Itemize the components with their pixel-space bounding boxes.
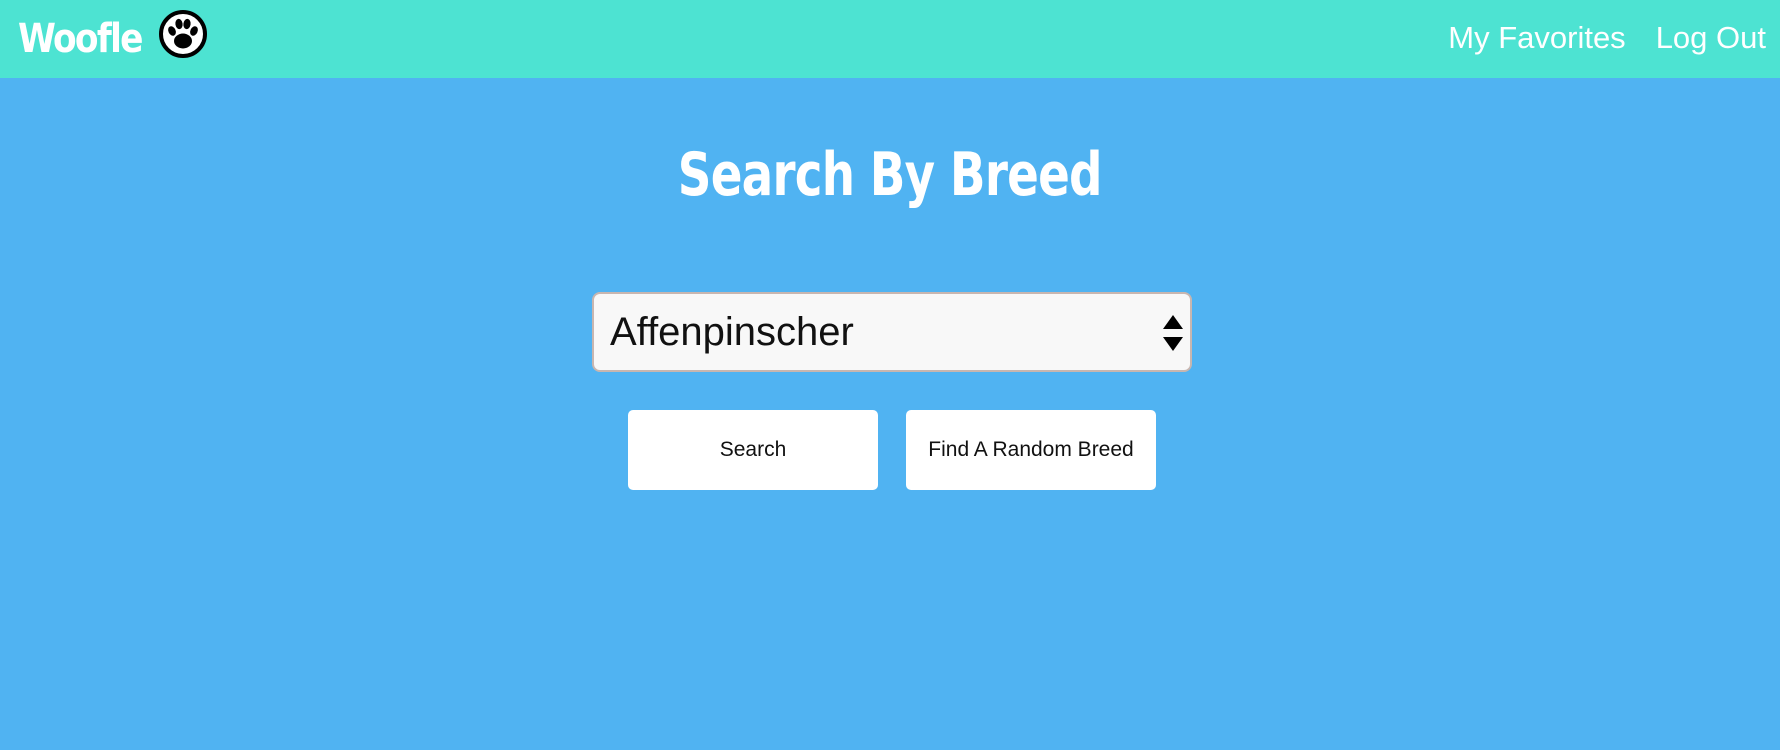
search-button[interactable]: Search xyxy=(628,410,878,490)
select-arrows-icon xyxy=(1162,313,1184,353)
page-title: Search By Breed xyxy=(0,140,1780,210)
my-favorites-link[interactable]: My Favorites xyxy=(1448,20,1625,56)
random-breed-button[interactable]: Find A Random Breed xyxy=(906,410,1156,490)
nav-links: My Favorites Log Out xyxy=(1448,0,1766,76)
brand-name: Woofle xyxy=(18,16,143,62)
log-out-link[interactable]: Log Out xyxy=(1656,20,1766,56)
breed-select-value: Affenpinscher xyxy=(610,310,854,354)
top-navbar: Woofle My Favorites Log Out xyxy=(0,0,1780,78)
breed-select[interactable]: Affenpinscher xyxy=(592,292,1192,372)
brand-logo[interactable]: Woofle xyxy=(18,8,208,70)
paw-icon xyxy=(158,9,208,59)
action-buttons: Search Find A Random Breed xyxy=(628,410,1156,490)
page-title-text: Search By Breed xyxy=(678,140,1103,210)
